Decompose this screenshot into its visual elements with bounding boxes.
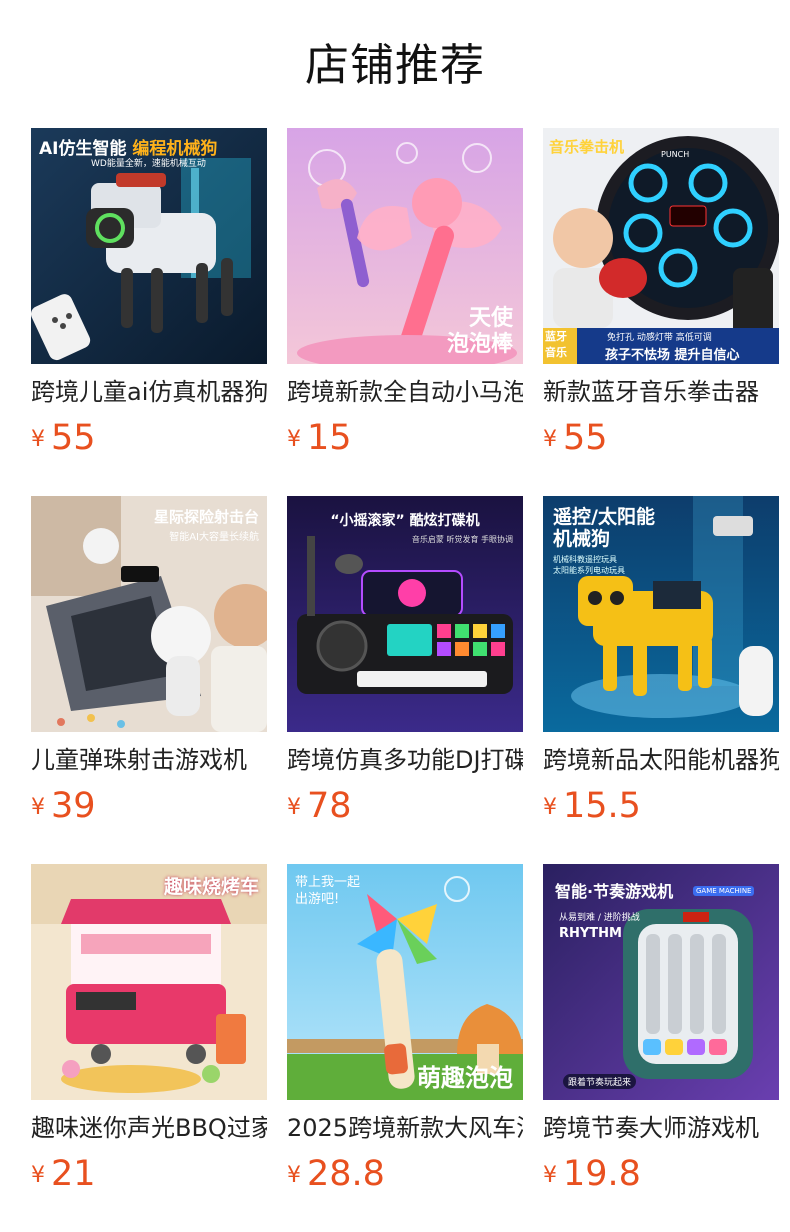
product-card[interactable]: AI仿生智能 编程机械狗 WD能量全新，速能机械互动 跨境儿童ai仿真机器狗 ¥…: [31, 128, 267, 468]
image-caption: PUNCH: [661, 150, 690, 159]
price-value: 15: [307, 418, 352, 458]
product-name[interactable]: 2025跨境新款大风车泡泡棒: [287, 1112, 523, 1146]
image-caption: 智能·节奏游戏机: [555, 882, 674, 901]
product-image[interactable]: 音乐拳击机 PUNCH 蓝牙 音乐 免打孔 动感灯带 高低可调 孩子不怯场 提升自…: [543, 128, 779, 364]
image-caption: “小摇滚家” 酷炫打碟机: [330, 513, 480, 529]
image-caption: GAME MACHINE: [693, 886, 755, 896]
product-image[interactable]: 遥控/太阳能 机械狗 机械科教遥控玩具 太阳能系列电动玩具: [543, 496, 779, 732]
page-title: 店铺推荐: [305, 40, 485, 91]
currency-symbol: ¥: [543, 795, 557, 820]
currency-symbol: ¥: [287, 1163, 301, 1188]
image-caption: RHYTHM: [559, 926, 622, 941]
image-caption: 孩子不怯场 提升自信心: [605, 348, 740, 363]
product-image[interactable]: 星际探险射击台 智能AI大容量长续航: [31, 496, 267, 732]
product-card[interactable]: 趣味烧烤车 趣味迷你声光BBQ过家家 ¥21: [31, 864, 267, 1204]
product-name[interactable]: 跨境儿童ai仿真机器狗: [31, 376, 267, 410]
product-name[interactable]: 跨境仿真多功能DJ打碟机: [287, 744, 523, 778]
product-card[interactable]: 带上我一起出游吧! 萌趣泡泡 2025跨境新款大风车泡泡棒 ¥28.8: [287, 864, 523, 1204]
product-price: ¥19.8: [543, 1152, 641, 1196]
image-caption: 趣味烧烤车: [163, 876, 259, 898]
currency-symbol: ¥: [543, 1163, 557, 1188]
image-caption: 蓝牙 音乐: [545, 330, 567, 359]
product-name[interactable]: 新款蓝牙音乐拳击器: [543, 376, 779, 410]
price-value: 15.5: [563, 786, 641, 826]
price-value: 78: [307, 786, 352, 826]
product-name[interactable]: 跨境新款全自动小马泡泡棒: [287, 376, 523, 410]
product-price: ¥21: [31, 1152, 96, 1196]
image-caption: WD能量全新，速能机械互动: [91, 159, 206, 169]
product-image[interactable]: 趣味烧烤车: [31, 864, 267, 1100]
image-caption: 萌趣泡泡: [417, 1064, 513, 1092]
product-price: ¥55: [31, 416, 96, 460]
product-card[interactable]: 音乐拳击机 PUNCH 蓝牙 音乐 免打孔 动感灯带 高低可调 孩子不怯场 提升自…: [543, 128, 779, 468]
image-caption: 免打孔 动感灯带 高低可调: [607, 333, 712, 343]
image-caption: 星际探险射击台: [153, 508, 259, 526]
price-value: 39: [51, 786, 96, 826]
image-caption: 智能AI大容量长续航: [169, 532, 259, 543]
product-image[interactable]: 天使 泡泡棒: [287, 128, 523, 364]
product-name[interactable]: 儿童弹珠射击游戏机: [31, 744, 267, 778]
image-caption: 天使 泡泡棒: [446, 306, 513, 357]
image-caption: 机械科教遥控玩具 太阳能系列电动玩具: [553, 555, 625, 575]
product-name[interactable]: 跨境节奏大师游戏机: [543, 1112, 779, 1146]
product-image[interactable]: 智能·节奏游戏机 GAME MACHINE 从易到难 / 进阶挑战 RHYTHM…: [543, 864, 779, 1100]
image-caption: 跟着节奏玩起来: [563, 1074, 637, 1089]
image-caption: 音乐启蒙 听觉发育 手眼协调: [411, 535, 513, 544]
product-card[interactable]: “小摇滚家” 酷炫打碟机 音乐启蒙 听觉发育 手眼协调 跨境仿真多功能DJ打碟机…: [287, 496, 523, 836]
price-value: 21: [51, 1154, 96, 1194]
product-price: ¥55: [543, 416, 608, 460]
product-price: ¥15: [287, 416, 352, 460]
image-caption: 音乐拳击机: [549, 138, 625, 156]
price-value: 28.8: [307, 1154, 385, 1194]
currency-symbol: ¥: [31, 795, 45, 820]
product-price: ¥15.5: [543, 784, 641, 828]
product-card[interactable]: 遥控/太阳能 机械狗 机械科教遥控玩具 太阳能系列电动玩具 跨境新品太阳能机器狗 ¥…: [543, 496, 779, 836]
image-caption: 遥控/太阳能 机械狗: [553, 506, 655, 550]
product-price: ¥28.8: [287, 1152, 385, 1196]
currency-symbol: ¥: [287, 427, 301, 452]
product-image[interactable]: AI仿生智能 编程机械狗 WD能量全新，速能机械互动: [31, 128, 267, 364]
currency-symbol: ¥: [543, 427, 557, 452]
product-price: ¥78: [287, 784, 352, 828]
product-card[interactable]: 天使泡泡棒 跨境新款全自动小马泡泡棒 ¥15: [287, 128, 523, 468]
price-value: 55: [563, 418, 608, 458]
product-price: ¥39: [31, 784, 96, 828]
currency-symbol: ¥: [287, 795, 301, 820]
currency-symbol: ¥: [31, 427, 45, 452]
image-caption: 带上我一起 出游吧!: [295, 875, 361, 907]
product-name[interactable]: 趣味迷你声光BBQ过家家: [31, 1112, 267, 1146]
product-card[interactable]: 星际探险射击台 智能AI大容量长续航 儿童弹珠射击游戏机 ¥39: [31, 496, 267, 836]
currency-symbol: ¥: [31, 1163, 45, 1188]
image-caption: 从易到难 / 进阶挑战: [559, 913, 640, 923]
product-image[interactable]: 带上我一起 出游吧! 萌趣泡泡: [287, 864, 523, 1100]
product-name[interactable]: 跨境新品太阳能机器狗: [543, 744, 779, 778]
price-value: 19.8: [563, 1154, 641, 1194]
product-image[interactable]: “小摇滚家” 酷炫打碟机 音乐启蒙 听觉发育 手眼协调: [287, 496, 523, 732]
product-card[interactable]: 智能·节奏游戏机 GAME MACHINE 从易到难 / 进阶挑战 RHYTHM…: [543, 864, 779, 1204]
price-value: 55: [51, 418, 96, 458]
